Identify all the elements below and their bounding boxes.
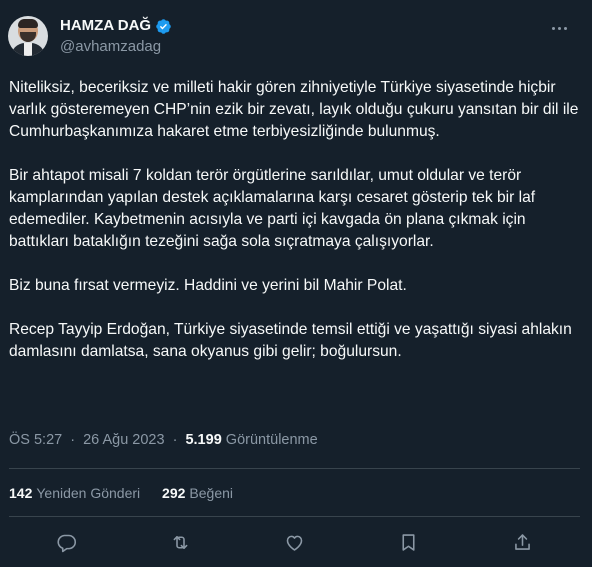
share-icon — [515, 533, 531, 550]
retweet-icon — [173, 535, 188, 549]
views-label: Görüntülenme — [225, 432, 318, 448]
author-handle[interactable]: @avhamzadag — [60, 37, 172, 57]
tweet-text: Niteliksiz, beceriksiz ve milleti hakir … — [9, 77, 579, 385]
likes-stat[interactable]: 292 Beğeni — [162, 483, 233, 503]
tweet-meta: ÖS 5:27 · 26 Ağu 2023 · 5.199 Görüntülen… — [9, 430, 318, 450]
tweet-paragraph: Biz buna fırsat vermeyiz. Haddini ve yer… — [9, 277, 407, 294]
likes-label: Beğeni — [189, 485, 233, 501]
avatar-shirt — [24, 43, 32, 56]
reply-button[interactable] — [49, 525, 83, 559]
meta-separator: · — [172, 432, 178, 448]
author-names: HAMZA DAĞ @avhamzadag — [60, 16, 172, 57]
tweet-header: HAMZA DAĞ @avhamzadag — [8, 16, 580, 64]
retweets-label: Yeniden Gönderi — [36, 485, 141, 501]
bookmark-button[interactable] — [392, 525, 426, 559]
divider — [9, 516, 580, 517]
views-count: 5.199 — [185, 432, 222, 448]
more-options-icon[interactable] — [544, 18, 574, 38]
avatar-hair — [18, 19, 38, 28]
avatar-beard — [20, 32, 36, 42]
tweet-time[interactable]: ÖS 5:27 — [9, 432, 62, 448]
tweet-paragraph: Bir ahtapot misali 7 koldan terör örgütl… — [9, 167, 536, 250]
verified-badge-icon[interactable] — [155, 18, 172, 35]
author-display-name-text: HAMZA DAĞ — [60, 17, 152, 34]
author-display-name[interactable]: HAMZA DAĞ — [60, 16, 172, 36]
meta-separator: · — [70, 432, 76, 448]
tweet-card: HAMZA DAĞ @avhamzadag Niteliksiz, beceri… — [0, 0, 592, 567]
likes-count: 292 — [162, 485, 186, 501]
avatar[interactable] — [8, 16, 48, 56]
share-button[interactable] — [506, 525, 540, 559]
reply-icon — [57, 534, 76, 552]
tweet-stats: 142 Yeniden Gönderi 292 Beğeni — [9, 483, 251, 503]
bookmark-icon — [402, 533, 415, 551]
action-bar — [9, 522, 580, 562]
divider — [9, 468, 580, 469]
like-button[interactable] — [277, 525, 311, 559]
tweet-paragraph: Recep Tayyip Erdoğan, Türkiye siyasetind… — [9, 321, 572, 360]
retweets-count: 142 — [9, 485, 33, 501]
tweet-paragraph: Niteliksiz, beceriksiz ve milleti hakir … — [9, 79, 579, 140]
retweet-button[interactable] — [163, 525, 197, 559]
tweet-date[interactable]: 26 Ağu 2023 — [83, 432, 164, 448]
like-icon — [286, 535, 303, 551]
retweets-stat[interactable]: 142 Yeniden Gönderi — [9, 483, 140, 503]
